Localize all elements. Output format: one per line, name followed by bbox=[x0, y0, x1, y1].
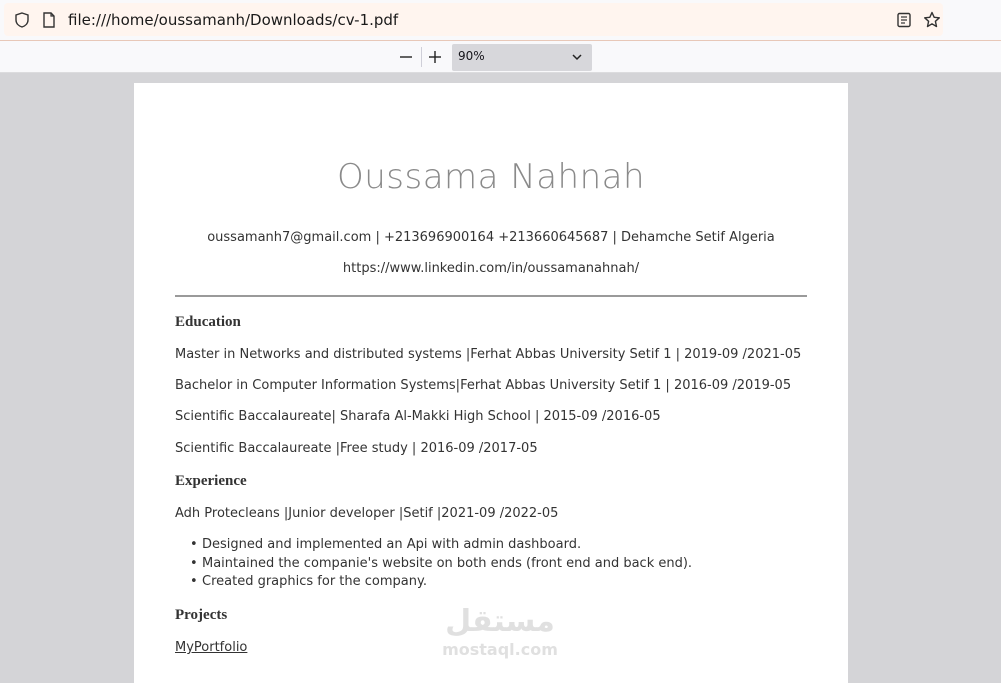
education-item: Bachelor in Computer Information Systems… bbox=[175, 378, 792, 393]
pdf-toolbar: 90% bbox=[0, 41, 1001, 73]
cv-linkedin: https://www.linkedin.com/in/oussamanahna… bbox=[342, 261, 640, 276]
browser-toolbar: file:///home/oussamanh/Downloads/cv-1.pd… bbox=[0, 0, 1001, 41]
project-link[interactable]: MyPortfolio bbox=[175, 640, 247, 655]
experience-job: Adh Protecleans |Junior developer |Setif… bbox=[175, 506, 559, 521]
cv-contact: oussamanh7@gmail.com | +213696900164 +21… bbox=[207, 230, 775, 245]
pdf-page: Oussama Nahnah oussamanh7@gmail.com | +2… bbox=[134, 83, 848, 683]
watermark-arabic: مستقل bbox=[445, 604, 555, 639]
watermark: مستقل mostaql.com bbox=[438, 604, 562, 662]
page-icon bbox=[43, 12, 55, 28]
cv-name: Oussama Nahnah bbox=[336, 157, 646, 197]
experience-bullet: Designed and implemented an Api with adm… bbox=[190, 537, 581, 552]
zoom-value: 90% bbox=[458, 49, 485, 63]
reader-view-icon[interactable] bbox=[896, 12, 912, 28]
education-item: Scientific Baccalaureate |Free study | 2… bbox=[175, 441, 538, 456]
url-bar[interactable]: file:///home/oussamanh/Downloads/cv-1.pd… bbox=[4, 3, 943, 36]
url-text[interactable]: file:///home/oussamanh/Downloads/cv-1.pd… bbox=[68, 11, 398, 29]
watermark-latin: mostaql.com bbox=[442, 640, 558, 659]
toolbar-separator bbox=[421, 47, 422, 67]
education-item: Master in Networks and distributed syste… bbox=[175, 347, 802, 362]
education-item: Scientific Baccalaureate| Sharafa Al-Mak… bbox=[175, 409, 661, 424]
zoom-select[interactable]: 90% bbox=[452, 44, 592, 71]
experience-bullet: Created graphics for the company. bbox=[190, 574, 427, 589]
divider bbox=[175, 295, 807, 297]
zoom-out-button[interactable] bbox=[396, 47, 416, 67]
bookmark-star-icon[interactable] bbox=[923, 11, 941, 29]
zoom-in-button[interactable] bbox=[425, 47, 445, 67]
chevron-down-icon bbox=[572, 54, 582, 61]
education-heading: Education bbox=[175, 314, 241, 330]
experience-heading: Experience bbox=[175, 473, 247, 489]
shield-icon[interactable] bbox=[14, 12, 30, 28]
projects-heading: Projects bbox=[175, 607, 228, 623]
experience-bullet: Maintained the companie's website on bot… bbox=[190, 556, 692, 571]
